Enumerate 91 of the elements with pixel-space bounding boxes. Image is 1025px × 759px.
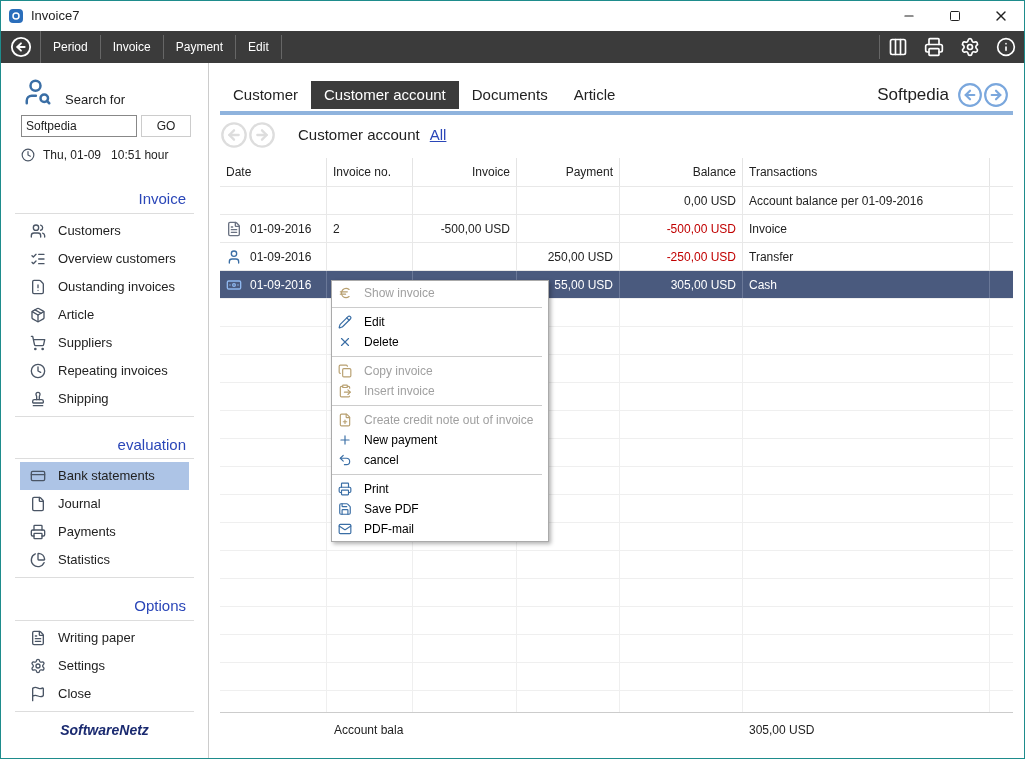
table-cell-text: 01-09-2016 (250, 276, 312, 294)
app-logo-icon (9, 9, 23, 23)
menu-item[interactable]: Delete (332, 332, 542, 352)
cart-icon (30, 334, 46, 351)
all-link[interactable]: All (429, 123, 447, 147)
menu-item[interactable]: cancel (332, 450, 542, 470)
user-search-icon (23, 77, 53, 107)
tab[interactable]: Customer account (311, 81, 459, 109)
undo-icon (338, 453, 352, 467)
tab[interactable]: Customer (220, 81, 312, 109)
table-cell-text: 01-09-2016 (250, 220, 312, 238)
table-cell-text: Invoice (749, 220, 788, 238)
table-cell-text: 55,00 USD (554, 276, 613, 294)
column-header: Date (226, 164, 252, 181)
maximize-icon (949, 10, 961, 22)
clipboard-icon (338, 384, 352, 398)
table-cell-text: Transfer (749, 248, 794, 266)
copy-icon (338, 364, 352, 378)
sidebar-item[interactable]: Statistics (20, 546, 189, 574)
brand-logo: SoftwareNetz (60, 720, 149, 740)
sidebar-item[interactable]: Writing paper (20, 623, 189, 652)
column-header: Balance (692, 164, 736, 181)
table-cell-text: -500,00 USD (440, 220, 510, 238)
subheader-title: Customer account (298, 124, 420, 145)
table-cell-text: 305,00 USD (670, 276, 736, 294)
table-cell-text: 01-09-2016 (250, 248, 312, 266)
sidebar-item[interactable]: Oustanding invoices (20, 272, 189, 301)
document-plus-icon (338, 413, 352, 427)
plus-icon (338, 433, 352, 447)
column-header: Invoice (471, 164, 510, 181)
menu-item[interactable]: PDF-mail (332, 519, 542, 539)
column-header: Transactions (749, 164, 818, 181)
save-icon (338, 502, 352, 516)
go-button[interactable]: GO (141, 115, 191, 137)
footer-label: Account bala (334, 723, 404, 737)
menu-item[interactable]: New payment (332, 430, 542, 450)
table-cell-text: 2 (333, 220, 340, 238)
section-title: Options (15, 595, 194, 621)
footer-total: 305,00 USD (748, 722, 815, 739)
toolbar-menu[interactable]: Payment (163, 35, 237, 59)
table-cell-text: 250,00 USD (547, 248, 613, 266)
table-cell-text: Cash (749, 276, 777, 294)
table-cell-text: -500,00 USD (666, 220, 736, 238)
clock-icon (21, 148, 35, 162)
tab[interactable]: Article (560, 81, 629, 109)
menu-item[interactable]: Print (332, 479, 542, 499)
section-title: evaluation (15, 433, 194, 459)
sidebar-item[interactable]: Repeating invoices (20, 356, 189, 385)
section-title: Invoice (15, 188, 194, 214)
table-cell-text: Account balance per 01-09-2016 (749, 192, 924, 210)
table-cell-text: -250,00 USD (666, 248, 736, 266)
pie-chart-icon (30, 552, 46, 568)
toolbar-menu[interactable]: Edit (236, 35, 282, 59)
users-icon (30, 222, 46, 239)
sidebar-item[interactable]: Article (20, 300, 189, 329)
sidebar-item[interactable]: Bank statements (20, 462, 189, 490)
table-row[interactable]: 0,00 USD Account balance per 01-09-2016 (220, 186, 1013, 214)
back-icon (9, 36, 32, 58)
mail-icon (338, 522, 352, 536)
sidebar-item[interactable]: Payments (20, 518, 189, 546)
sidebar-item[interactable]: Close (20, 679, 189, 708)
card-icon (30, 468, 46, 484)
window-title: Invoice7 (31, 7, 80, 26)
column-header: Payment (565, 164, 613, 181)
search-field[interactable]: Softpedia (21, 115, 137, 137)
pencil-icon (338, 315, 352, 329)
sidebar-item[interactable]: Journal (20, 490, 189, 518)
tab[interactable]: Documents (458, 81, 561, 109)
sidebar-item[interactable]: Overview customers (20, 244, 189, 273)
date-time: Thu, 01-09 10:51 hour (43, 147, 169, 164)
table-cell-text: 0,00 USD (683, 192, 736, 210)
search-label: Search for (65, 90, 125, 109)
sidebar-item[interactable]: Shipping (20, 384, 189, 413)
toolbar-menu[interactable]: Invoice (100, 35, 164, 59)
customer-name: Softpedia (877, 84, 949, 107)
settings-icon (30, 657, 46, 674)
flag-icon (30, 685, 46, 702)
menu-item[interactable]: Edit (332, 312, 542, 332)
delete-icon (338, 335, 352, 349)
stamp-icon (30, 390, 46, 407)
menu-item[interactable]: Save PDF (332, 499, 542, 519)
clock-icon (30, 362, 46, 379)
sidebar-item[interactable]: Customers (20, 216, 189, 245)
sidebar-item[interactable]: Settings (20, 651, 189, 680)
print-icon (338, 482, 352, 496)
toolbar-menu[interactable]: Period (41, 35, 101, 59)
table-row[interactable]: 01-09-2016 2 -500,00 USD -500,00 USD Invoice (220, 214, 1013, 242)
person-icon (226, 248, 242, 265)
column-header: Invoice no. (333, 164, 392, 181)
document-warning-icon (30, 278, 46, 295)
sidebar-item[interactable]: Suppliers (20, 328, 189, 357)
